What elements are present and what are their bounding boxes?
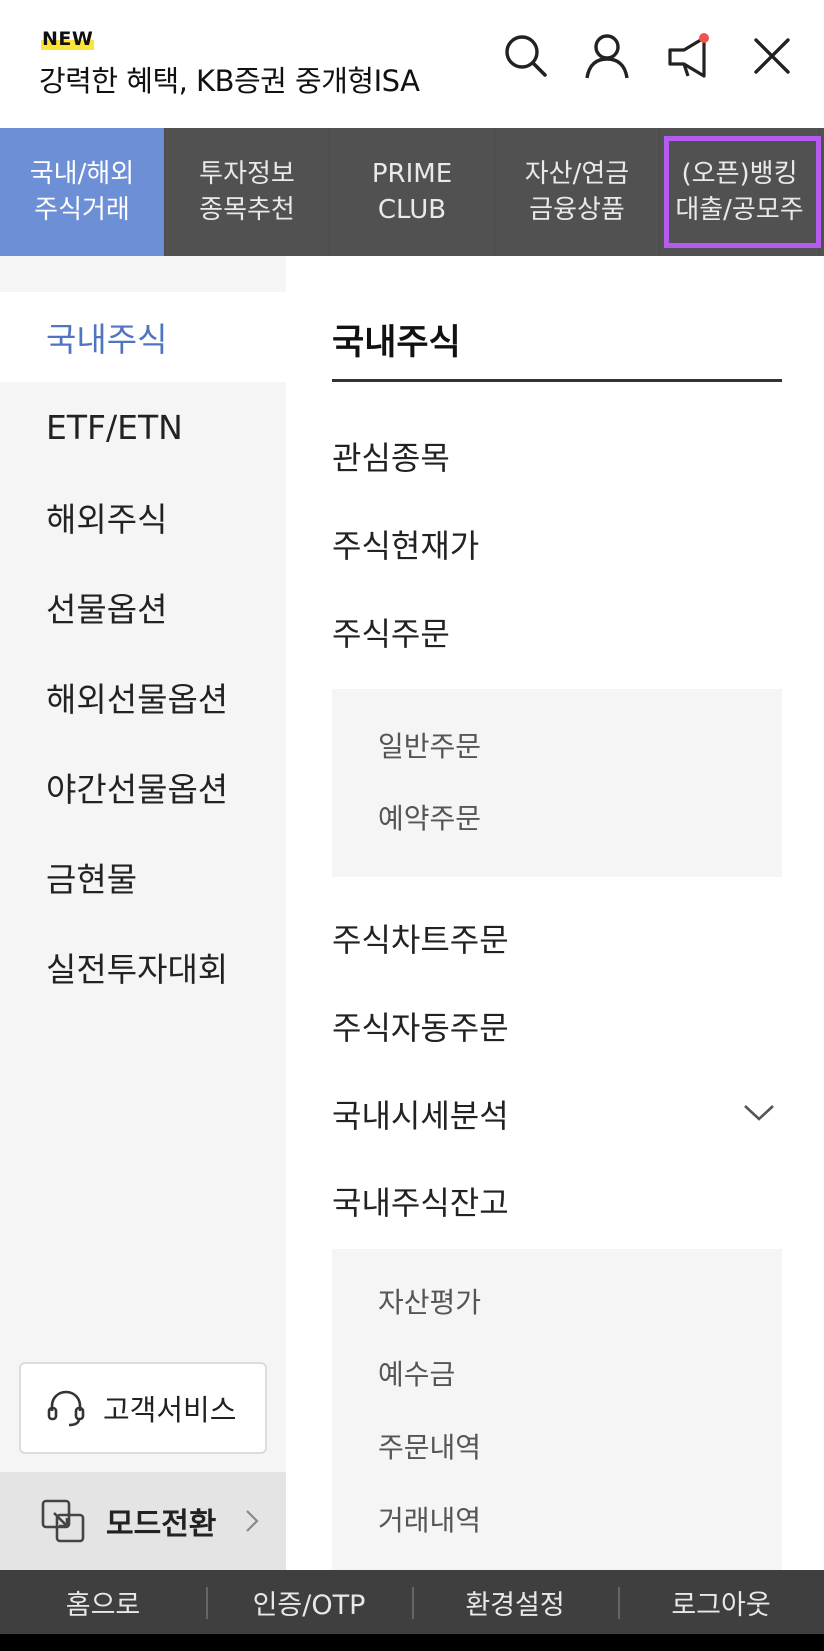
tab-label-line1: (오픈)뱅킹 bbox=[681, 159, 798, 189]
tab-open-banking[interactable]: (오픈)뱅킹 대출/공모주 bbox=[660, 128, 821, 256]
menu-item-auto-order[interactable]: 주식자동주문 bbox=[332, 996, 782, 1056]
mode-switch-icon bbox=[41, 1499, 85, 1543]
tab-label-line2: 금융상품 bbox=[529, 195, 625, 225]
promo-banner-text[interactable]: 강력한 혜택, KB증권 중개형ISA bbox=[39, 58, 420, 100]
footer-home-link[interactable]: 홈으로 bbox=[0, 1583, 206, 1622]
tab-label-line2: CLUB bbox=[377, 195, 447, 225]
menu-item-market-analysis-label: 국내시세분석 bbox=[332, 1097, 509, 1135]
new-badge: NEW bbox=[41, 28, 95, 50]
submenu-item-normal-order[interactable]: 일반주문 bbox=[378, 725, 481, 765]
submenu-panel: 국내주식 관심종목 주식현재가 주식주문 일반주문 예약주문 주식차트주문 주식… bbox=[286, 256, 824, 1570]
system-nav-bar bbox=[0, 1634, 824, 1651]
customer-service-button[interactable]: 고객서비스 bbox=[19, 1362, 267, 1454]
tab-label-line2: 종목추천 bbox=[199, 195, 295, 225]
search-icon[interactable] bbox=[500, 30, 552, 82]
footer-nav: 홈으로 인증/OTP 환경설정 로그아웃 bbox=[0, 1570, 824, 1634]
left-menu-item-investment-contest[interactable]: 실전투자대회 bbox=[0, 922, 286, 1012]
left-menu-item-gold-spot[interactable]: 금현물 bbox=[0, 832, 286, 922]
mode-switch-button[interactable]: 모드전환 bbox=[0, 1472, 286, 1570]
menu-item-stock-order[interactable]: 주식주문 bbox=[332, 602, 782, 662]
left-menu-item-overseas-stock[interactable]: 해외주식 bbox=[0, 472, 286, 562]
header: NEW 강력한 혜택, KB증권 중개형ISA bbox=[0, 0, 824, 128]
tab-domestic-overseas-stock[interactable]: 국내/해외 주식거래 bbox=[0, 128, 165, 256]
tab-label-line2: 대출/공모주 bbox=[675, 195, 804, 225]
announcement-icon[interactable] bbox=[664, 30, 716, 82]
menu-item-watchlist[interactable]: 관심종목 bbox=[332, 426, 782, 486]
menu-item-stock-balance[interactable]: 국내주식잔고 bbox=[332, 1171, 782, 1231]
close-icon[interactable] bbox=[746, 30, 798, 82]
tab-label-line1: 투자정보 bbox=[199, 159, 295, 189]
submenu-item-deposit[interactable]: 예수금 bbox=[378, 1353, 455, 1393]
left-menu-item-futures-options[interactable]: 선물옵션 bbox=[0, 562, 286, 652]
menu-item-chart-order[interactable]: 주식차트주문 bbox=[332, 908, 782, 968]
stock-order-submenu: 일반주문 예약주문 bbox=[332, 689, 782, 877]
footer-settings-link[interactable]: 환경설정 bbox=[412, 1583, 618, 1622]
submenu-item-order-history[interactable]: 주문내역 bbox=[378, 1426, 481, 1466]
chevron-right-icon bbox=[246, 1510, 259, 1532]
left-menu-item-etf-etn[interactable]: ETF/ETN bbox=[0, 382, 286, 472]
footer-logout-link[interactable]: 로그아웃 bbox=[618, 1583, 824, 1622]
mode-switch-label: 모드전환 bbox=[106, 1507, 217, 1542]
left-menu-item-domestic-stock[interactable]: 국내주식 bbox=[0, 292, 286, 382]
tab-investment-info[interactable]: 투자정보 종목추천 bbox=[165, 128, 330, 256]
menu-item-market-analysis[interactable]: 국내시세분석 bbox=[332, 1084, 782, 1144]
menu-item-current-price[interactable]: 주식현재가 bbox=[332, 514, 782, 574]
customer-service-label: 고객서비스 bbox=[103, 1393, 237, 1427]
submenu-item-reserved-order[interactable]: 예약주문 bbox=[378, 797, 481, 837]
tab-assets-pension[interactable]: 자산/연금 금융상품 bbox=[495, 128, 660, 256]
category-tabs: 국내/해외 주식거래 투자정보 종목추천 PRIME CLUB 자산/연금 금융… bbox=[0, 128, 824, 256]
left-menu-spacer bbox=[0, 256, 286, 292]
chevron-down-icon[interactable] bbox=[742, 1102, 776, 1124]
left-menu-item-night-futures-options[interactable]: 야간선물옵션 bbox=[0, 742, 286, 832]
tab-prime-club[interactable]: PRIME CLUB bbox=[330, 128, 495, 256]
tab-label-line1: 자산/연금 bbox=[524, 159, 630, 189]
left-menu-item-overseas-futures-options[interactable]: 해외선물옵션 bbox=[0, 652, 286, 742]
footer-auth-otp-link[interactable]: 인증/OTP bbox=[206, 1583, 412, 1622]
submenu-item-transaction-history[interactable]: 거래내역 bbox=[378, 1499, 481, 1539]
stock-balance-submenu: 자산평가 예수금 주문내역 거래내역 bbox=[332, 1249, 782, 1570]
user-icon[interactable] bbox=[581, 30, 633, 82]
tab-label-line2: 주식거래 bbox=[34, 195, 130, 225]
notification-dot bbox=[699, 33, 709, 43]
headset-icon bbox=[47, 1390, 85, 1427]
tab-label-line1: PRIME bbox=[371, 159, 453, 189]
submenu-item-asset-valuation[interactable]: 자산평가 bbox=[378, 1281, 481, 1321]
section-title: 국내주식 bbox=[332, 314, 782, 382]
tab-label-line1: 국내/해외 bbox=[29, 159, 135, 189]
